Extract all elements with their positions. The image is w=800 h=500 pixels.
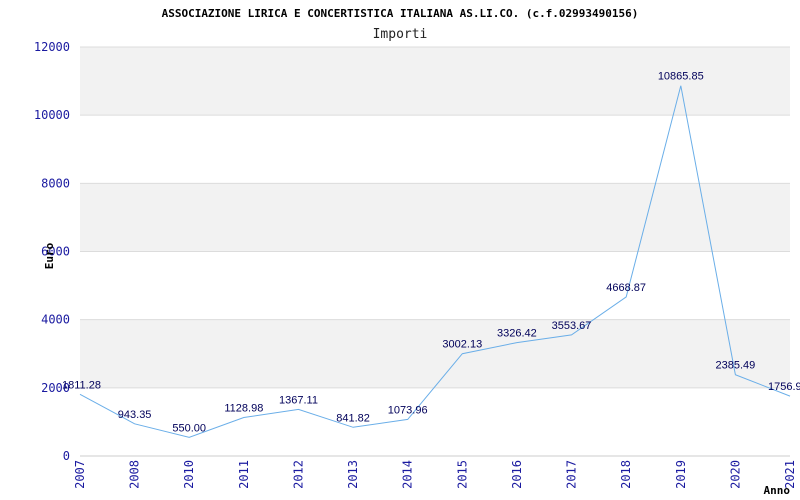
data-label: 2385.49 <box>716 360 756 372</box>
data-label: 550.00 <box>172 422 206 434</box>
data-label: 3326.42 <box>497 328 537 340</box>
y-tick-label: 8000 <box>41 176 70 190</box>
plot-band <box>80 319 790 388</box>
plot-band <box>80 183 790 252</box>
y-tick-label: 12000 <box>34 40 70 54</box>
data-label: 4668.87 <box>606 282 646 294</box>
x-tick-label: 2016 <box>510 460 524 489</box>
x-tick-label: 2020 <box>728 460 742 489</box>
data-label: 3553.67 <box>552 320 592 332</box>
data-label: 1073.96 <box>388 404 428 416</box>
data-label: 1128.98 <box>224 403 263 415</box>
x-tick-labels: 2007 2008 2010 2011 2012 2013 2014 2015 2016 2017… <box>73 460 797 489</box>
x-tick-label: 2019 <box>674 460 688 489</box>
x-tick-label: 2013 <box>346 460 360 489</box>
line-chart: 020004000600080001000012000 2007 2008 2010… <box>34 7 800 497</box>
x-axis-label: Anno <box>764 484 791 497</box>
y-axis-label: Euro <box>43 242 56 269</box>
data-label: 10865.85 <box>658 71 704 83</box>
y-tick-label: 0 <box>63 449 70 463</box>
x-tick-label: 2011 <box>237 460 251 489</box>
x-tick-label: 2015 <box>455 460 469 489</box>
x-tick-label: 2010 <box>182 460 196 489</box>
data-label: 3002.13 <box>442 339 482 351</box>
chart-title: ASSOCIAZIONE LIRICA E CONCERTISTICA ITAL… <box>162 7 639 20</box>
data-label: 841.82 <box>336 412 370 424</box>
plot-band <box>80 251 790 320</box>
y-tick-label: 10000 <box>34 108 70 122</box>
x-tick-label: 2018 <box>619 460 633 489</box>
data-label: 943.35 <box>118 409 152 421</box>
x-tick-label: 2007 <box>73 460 87 489</box>
x-tick-label: 2017 <box>565 460 579 489</box>
data-label: 1367.11 <box>279 394 318 406</box>
x-tick-label: 2014 <box>401 460 415 489</box>
x-tick-label: 2012 <box>291 460 305 489</box>
data-label: 1756.9 <box>768 381 800 393</box>
data-label: 1811.28 <box>62 379 101 391</box>
chart-subtitle: Importi <box>373 27 428 42</box>
y-tick-label: 4000 <box>41 313 70 327</box>
x-tick-label: 2008 <box>128 460 142 489</box>
plot-band <box>80 115 790 184</box>
